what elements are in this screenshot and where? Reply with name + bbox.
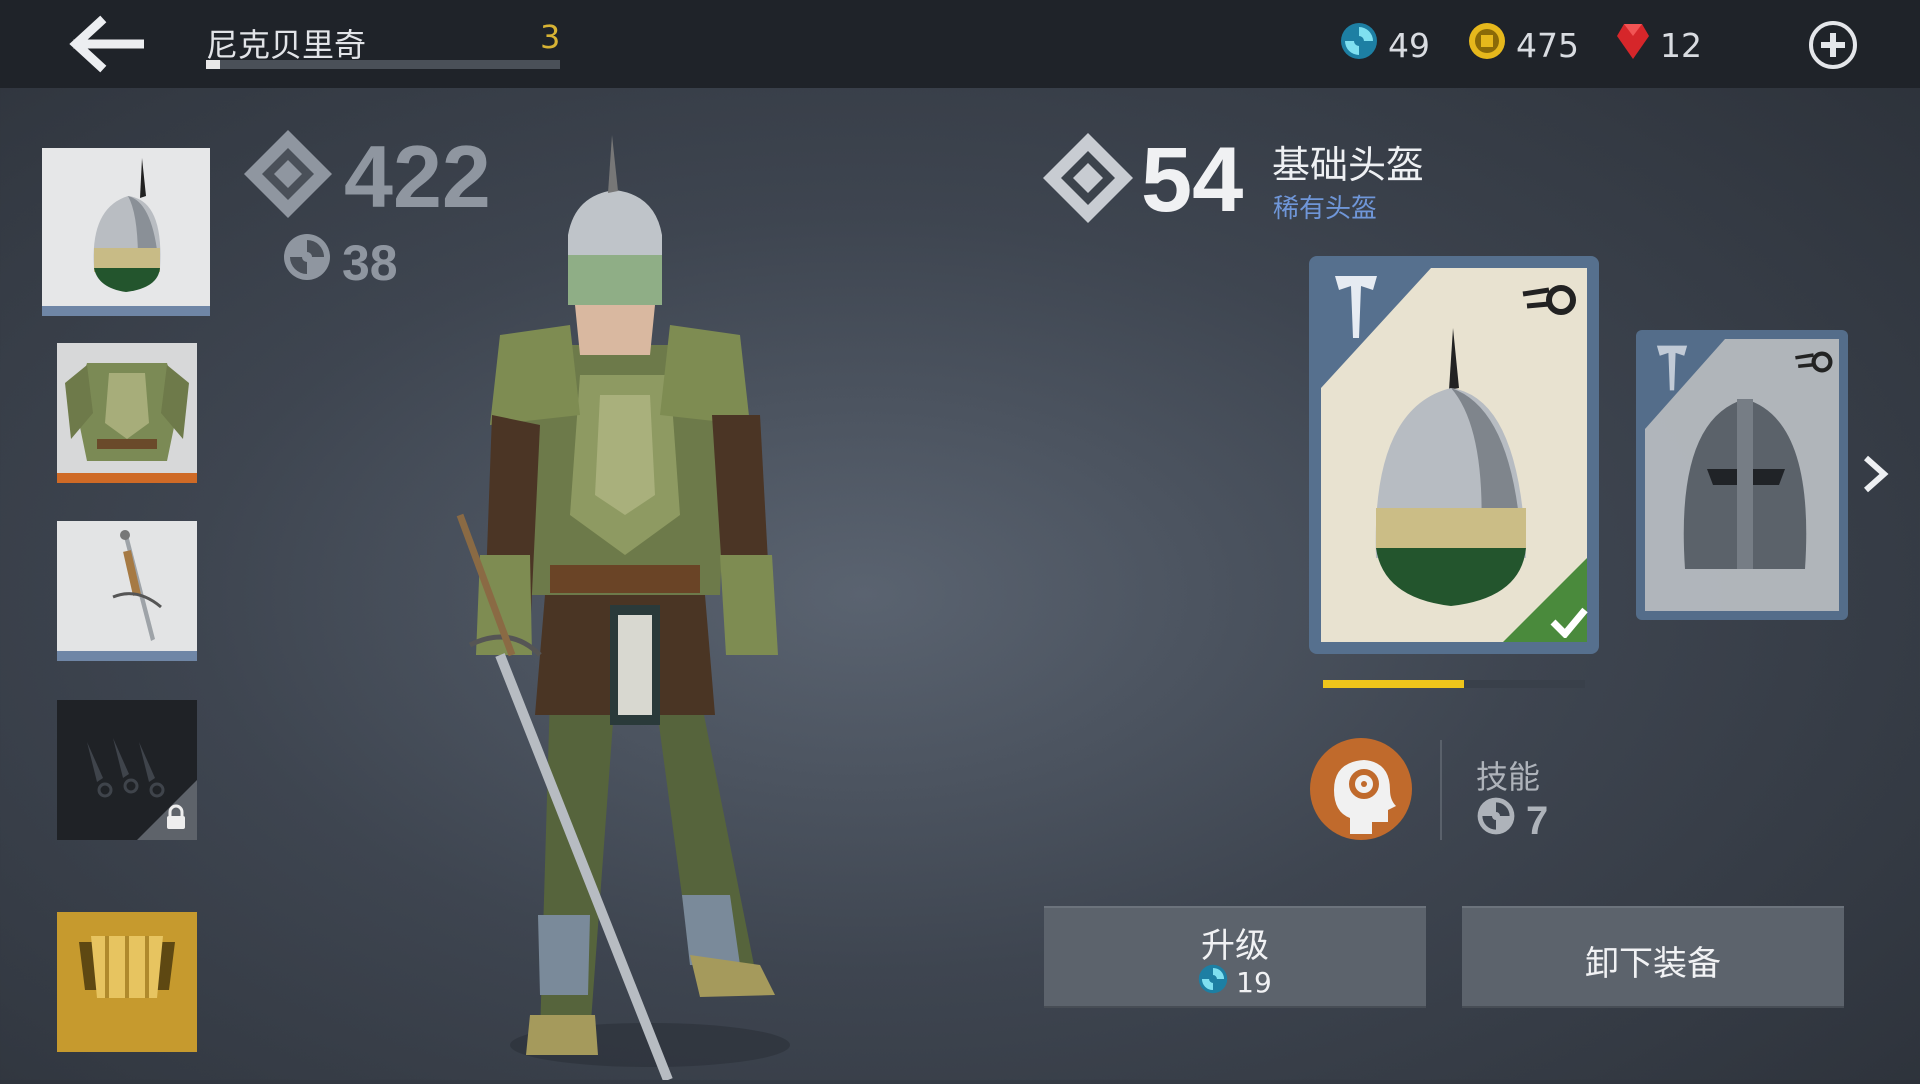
essence-icon xyxy=(1198,964,1228,1001)
player-level: 3 xyxy=(540,18,561,56)
upgrade-button[interactable]: 升级 19 xyxy=(1044,906,1426,1008)
upgrade-cost: 19 xyxy=(1044,964,1426,1001)
slot-armor-bar xyxy=(57,473,197,483)
item-upgrade-progress-fill xyxy=(1323,680,1465,688)
coin-counter[interactable]: 475 xyxy=(1468,20,1579,70)
essence-counter[interactable]: 49 xyxy=(1340,20,1430,70)
add-currency-icon[interactable] xyxy=(1808,20,1858,70)
skill-swirl-icon xyxy=(282,232,332,294)
gem-value: 12 xyxy=(1660,25,1702,65)
top-bar: 尼克贝里奇 3 49 475 12 xyxy=(0,0,1920,88)
gem-counter[interactable]: 12 xyxy=(1616,20,1702,70)
slot-helmet[interactable] xyxy=(42,148,210,316)
upgrade-label: 升级 xyxy=(1201,926,1269,966)
chevron-right-icon[interactable] xyxy=(1860,454,1890,494)
slot-weapon[interactable] xyxy=(57,521,197,661)
slot-weapon-bar xyxy=(57,651,197,661)
item-rarity: 稀有头盔 xyxy=(1273,194,1378,224)
meteor-icon xyxy=(1794,348,1836,380)
item-power: 54 xyxy=(1043,128,1243,233)
item-card-alternative[interactable] xyxy=(1636,330,1848,620)
ruby-icon xyxy=(1616,22,1650,68)
coin-value: 475 xyxy=(1516,25,1579,65)
level-progress-bar xyxy=(206,60,560,69)
scroll-icon xyxy=(57,912,197,1024)
essence-icon xyxy=(1340,22,1378,68)
item-name: 基础头盔 xyxy=(1272,143,1425,187)
slot-ranged-locked[interactable] xyxy=(57,700,197,840)
skill-divider xyxy=(1440,740,1442,840)
mind-head-icon xyxy=(1310,760,1412,844)
level-progress-fill xyxy=(206,60,221,69)
slot-magic[interactable] xyxy=(57,912,197,1052)
back-arrow-icon[interactable] xyxy=(60,14,145,74)
slot-helmet-bar xyxy=(42,306,210,316)
skill-swirl-icon xyxy=(1476,796,1516,846)
slot-armor[interactable] xyxy=(57,343,197,483)
skill-value-number: 7 xyxy=(1526,798,1549,843)
upgrade-cost-value: 19 xyxy=(1236,966,1272,999)
helmet-type-icon xyxy=(1654,342,1690,398)
item-power-value: 54 xyxy=(1141,129,1244,231)
lock-icon xyxy=(165,804,187,834)
character-model[interactable] xyxy=(400,135,830,1082)
total-skill-value: 38 xyxy=(342,235,398,291)
skill-value: 7 xyxy=(1476,796,1548,846)
helmet-type-icon xyxy=(1331,272,1381,346)
item-card-selected[interactable] xyxy=(1309,256,1599,654)
item-upgrade-progress-bar xyxy=(1323,680,1585,688)
power-diamond-icon xyxy=(1043,132,1133,229)
power-diamond-icon xyxy=(244,130,332,224)
unequip-button[interactable]: 卸下装备 xyxy=(1462,906,1844,1008)
skill-orb-button[interactable] xyxy=(1310,738,1412,840)
equipped-check-icon xyxy=(1549,606,1589,642)
total-skill: 38 xyxy=(282,232,398,294)
essence-value: 49 xyxy=(1388,25,1430,65)
unequip-label: 卸下装备 xyxy=(1585,944,1721,984)
coin-icon xyxy=(1468,22,1506,68)
meteor-icon xyxy=(1521,280,1581,324)
skill-label: 技能 xyxy=(1476,758,1541,796)
